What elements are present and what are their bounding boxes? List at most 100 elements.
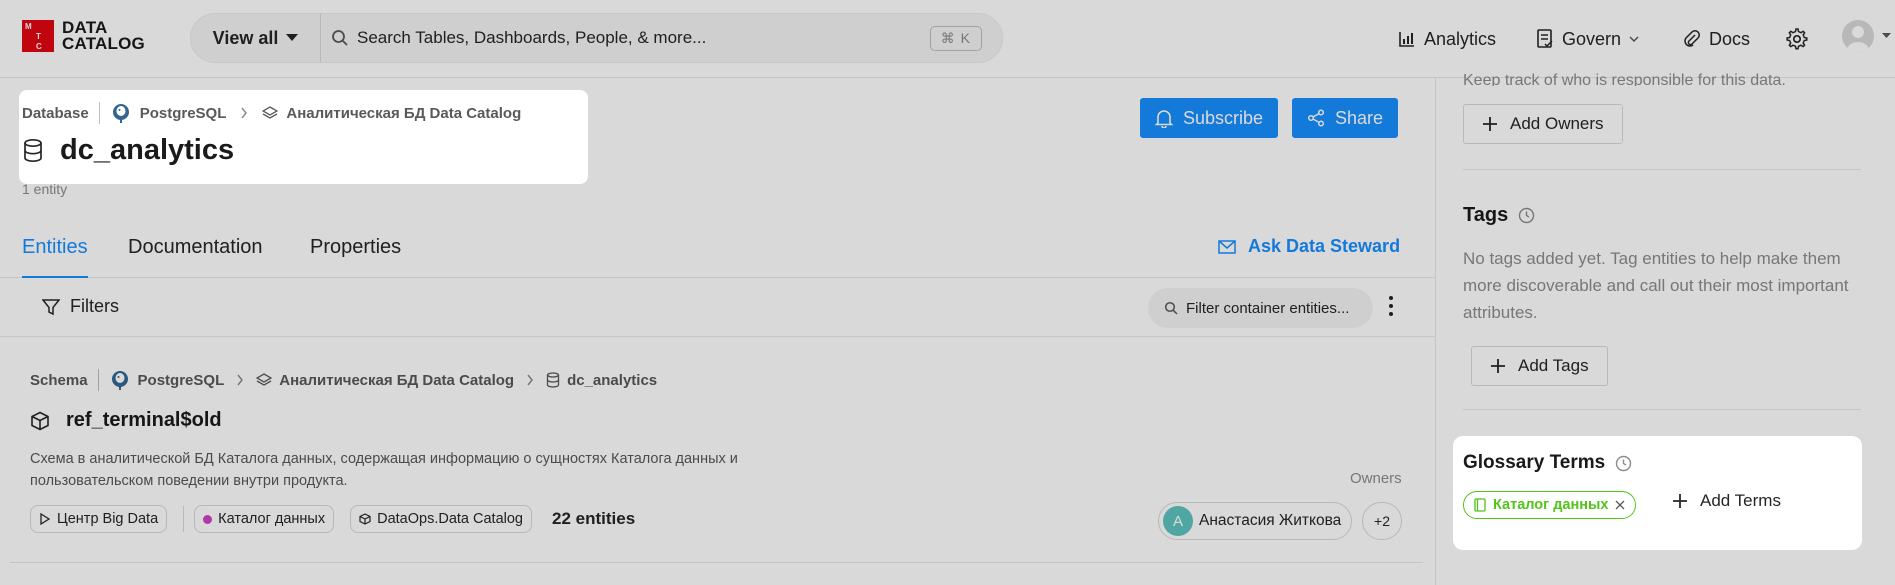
view-all-dropdown[interactable]: View all	[191, 14, 321, 62]
more-options-icon[interactable]	[1388, 295, 1394, 317]
entity-title[interactable]: ref_terminal$old	[66, 409, 222, 432]
domain-chip-label: Центр Big Data	[57, 511, 159, 527]
container-filter-search	[1148, 288, 1373, 328]
ask-data-steward-link[interactable]: Ask Data Steward	[1218, 236, 1400, 257]
more-owners-badge[interactable]: +2	[1362, 502, 1402, 540]
subscribe-button[interactable]: Subscribe	[1140, 98, 1278, 138]
search-input[interactable]	[357, 28, 930, 48]
view-all-label: View all	[212, 27, 279, 48]
breadcrumb-divider	[97, 369, 99, 391]
bell-icon	[1154, 110, 1173, 128]
container-filter-input[interactable]	[1186, 299, 1366, 317]
owners-description: Keep track of who is responsible for thi…	[1463, 72, 1786, 86]
app-logo[interactable]: M T C DATA CATALOG	[22, 19, 145, 52]
owners-label: Owners	[1350, 470, 1402, 487]
layers-icon	[256, 373, 273, 386]
nav-analytics[interactable]: Analytics	[1398, 22, 1496, 56]
share-button[interactable]: Share	[1292, 98, 1398, 138]
top-header: M T C DATA CATALOG View all ⌘ K Analytic…	[0, 0, 1895, 78]
data-product-chip-label: DataOps.Data Catalog	[377, 511, 523, 527]
database-icon	[546, 372, 560, 388]
caret-down-icon	[1882, 33, 1891, 38]
plus-icon	[1673, 494, 1687, 508]
add-terms-button[interactable]: Add Terms	[1672, 491, 1781, 511]
logo-letter: T	[36, 32, 41, 41]
entity-list-item[interactable]: Schema PostgreSQL Аналитическая БД Data …	[10, 348, 1423, 563]
glossary-term-chip[interactable]: Каталог данных	[1463, 491, 1637, 519]
nav-govern[interactable]: Govern	[1536, 22, 1639, 56]
entity-description: Схема в аналитической БД Каталога данных…	[30, 451, 738, 489]
active-tab-indicator	[22, 276, 88, 278]
filters-button[interactable]: Filters	[42, 296, 119, 317]
share-label: Share	[1334, 107, 1384, 128]
tab-bar: Entities Documentation Properties Ask Da…	[0, 226, 1435, 278]
logo-letter: C	[36, 42, 42, 51]
settings-button[interactable]	[1786, 22, 1808, 56]
tab-documentation[interactable]: Documentation	[128, 236, 263, 259]
breadcrumb-platform[interactable]: PostgreSQL	[138, 372, 225, 389]
filters-label: Filters	[70, 296, 119, 316]
owner-name: Анастасия Житкова	[1199, 512, 1342, 529]
main-content: Database PostgreSQL Аналитическая БД Dat…	[0, 78, 1435, 585]
filters-row: Filters	[0, 279, 1435, 337]
nav-docs-label: Docs	[1709, 28, 1751, 49]
database-icon	[24, 138, 42, 162]
gear-icon	[1786, 28, 1808, 50]
layers-icon	[262, 106, 279, 119]
entity-tags-row: Центр Big Data Каталог данных DataOps.Da…	[30, 505, 635, 533]
add-owners-label: Add Owners	[1510, 114, 1604, 133]
user-silhouette-icon	[1847, 26, 1869, 52]
glossary-term-label: Каталог данных	[1493, 497, 1609, 513]
glossary-heading-label: Glossary Terms	[1463, 452, 1606, 473]
data-product-chip[interactable]: DataOps.Data Catalog	[350, 505, 532, 533]
search-icon	[1164, 301, 1178, 315]
domain-chip[interactable]: Центр Big Data	[30, 505, 168, 533]
add-terms-label: Add Terms	[1700, 491, 1781, 510]
nav-analytics-label: Analytics	[1424, 28, 1497, 49]
right-sidebar: Keep track of who is responsible for thi…	[1435, 72, 1895, 585]
tags-heading-label: Tags	[1463, 204, 1509, 226]
tag-color-dot	[203, 514, 213, 524]
logo-letter: M	[25, 22, 32, 31]
paperclip-icon	[1684, 30, 1700, 47]
breadcrumb-container[interactable]: Аналитическая БД Data Catalog	[286, 105, 521, 122]
breadcrumb-platform[interactable]: PostgreSQL	[140, 105, 227, 122]
search-icon	[332, 30, 348, 46]
avatar	[1842, 20, 1874, 52]
entity-breadcrumb: Schema PostgreSQL Аналитическая БД Data …	[30, 369, 657, 391]
add-owners-button[interactable]: Add Owners	[1463, 104, 1623, 144]
chevron-right-icon	[241, 107, 248, 119]
tab-entities[interactable]: Entities	[22, 236, 88, 259]
breadcrumb-container[interactable]: Аналитическая БД Data Catalog	[279, 372, 514, 389]
mail-icon	[1218, 239, 1236, 254]
clock-icon[interactable]	[1518, 207, 1535, 224]
global-search: View all ⌘ K	[190, 13, 1003, 63]
entity-count: 1 entity	[22, 181, 68, 197]
entity-title-row: ref_terminal$old	[30, 409, 222, 432]
breadcrumb-database[interactable]: dc_analytics	[567, 372, 657, 389]
tab-properties[interactable]: Properties	[310, 236, 401, 259]
nav-docs[interactable]: Docs	[1683, 22, 1750, 56]
chevron-right-icon	[527, 374, 534, 386]
document-check-icon	[1537, 29, 1553, 48]
ask-data-steward-label: Ask Data Steward	[1248, 236, 1401, 256]
nav-govern-label: Govern	[1562, 28, 1622, 49]
share-icon	[1307, 109, 1325, 127]
owner-avatar: A	[1163, 506, 1193, 536]
section-divider	[1463, 169, 1861, 170]
cube-icon	[31, 411, 49, 430]
glossary-terms-section: Glossary Terms Каталог данных Add Terms	[1454, 436, 1862, 549]
filter-icon	[42, 298, 60, 315]
owner-pill[interactable]: A Анастасия Житкова	[1158, 502, 1353, 540]
glossary-heading: Glossary Terms	[1463, 452, 1632, 474]
subscribe-label: Subscribe	[1182, 107, 1264, 128]
chevron-right-icon	[237, 374, 244, 386]
tags-heading: Tags	[1463, 204, 1535, 227]
tag-chip[interactable]: Каталог данных	[194, 505, 335, 533]
close-icon[interactable]	[1615, 500, 1625, 510]
clock-icon[interactable]	[1615, 455, 1632, 472]
add-tags-button[interactable]: Add Tags	[1471, 346, 1608, 386]
breadcrumb-divider	[98, 102, 100, 124]
user-menu[interactable]	[1842, 19, 1891, 53]
logo-text: DATA CATALOG	[62, 19, 145, 52]
